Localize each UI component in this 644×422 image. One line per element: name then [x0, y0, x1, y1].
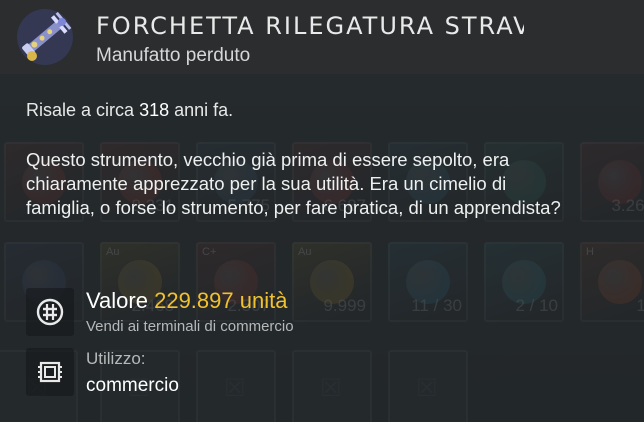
- item-title: FORCHETTA RILEGATURA STRAVA: [96, 12, 524, 40]
- trade-chip-icon: [26, 348, 74, 396]
- item-subtitle: Manufatto perduto: [96, 45, 251, 66]
- usage-value: commercio: [86, 375, 179, 396]
- item-age: Risale a circa 318 anni fa.: [26, 100, 233, 121]
- item-description: Questo strumento, vecchio già prima di e…: [26, 149, 561, 218]
- age-suffix: anni fa.: [174, 100, 234, 120]
- age-years: 318: [139, 100, 170, 120]
- value-amount: 229.897 unità: [154, 288, 288, 313]
- units-currency-icon: [26, 288, 74, 336]
- usage-label: Utilizzo:: [86, 349, 146, 368]
- value-line: Valore 229.897 unità: [86, 288, 287, 314]
- age-prefix: Risale a circa: [26, 100, 135, 120]
- item-header: FORCHETTA RILEGATURA STRAVA Manufatto pe…: [0, 0, 644, 74]
- value-label: Valore: [86, 288, 148, 313]
- value-subtitle: Vendi ai terminali di commercio: [86, 318, 294, 335]
- ornate-fork-icon: [10, 4, 80, 70]
